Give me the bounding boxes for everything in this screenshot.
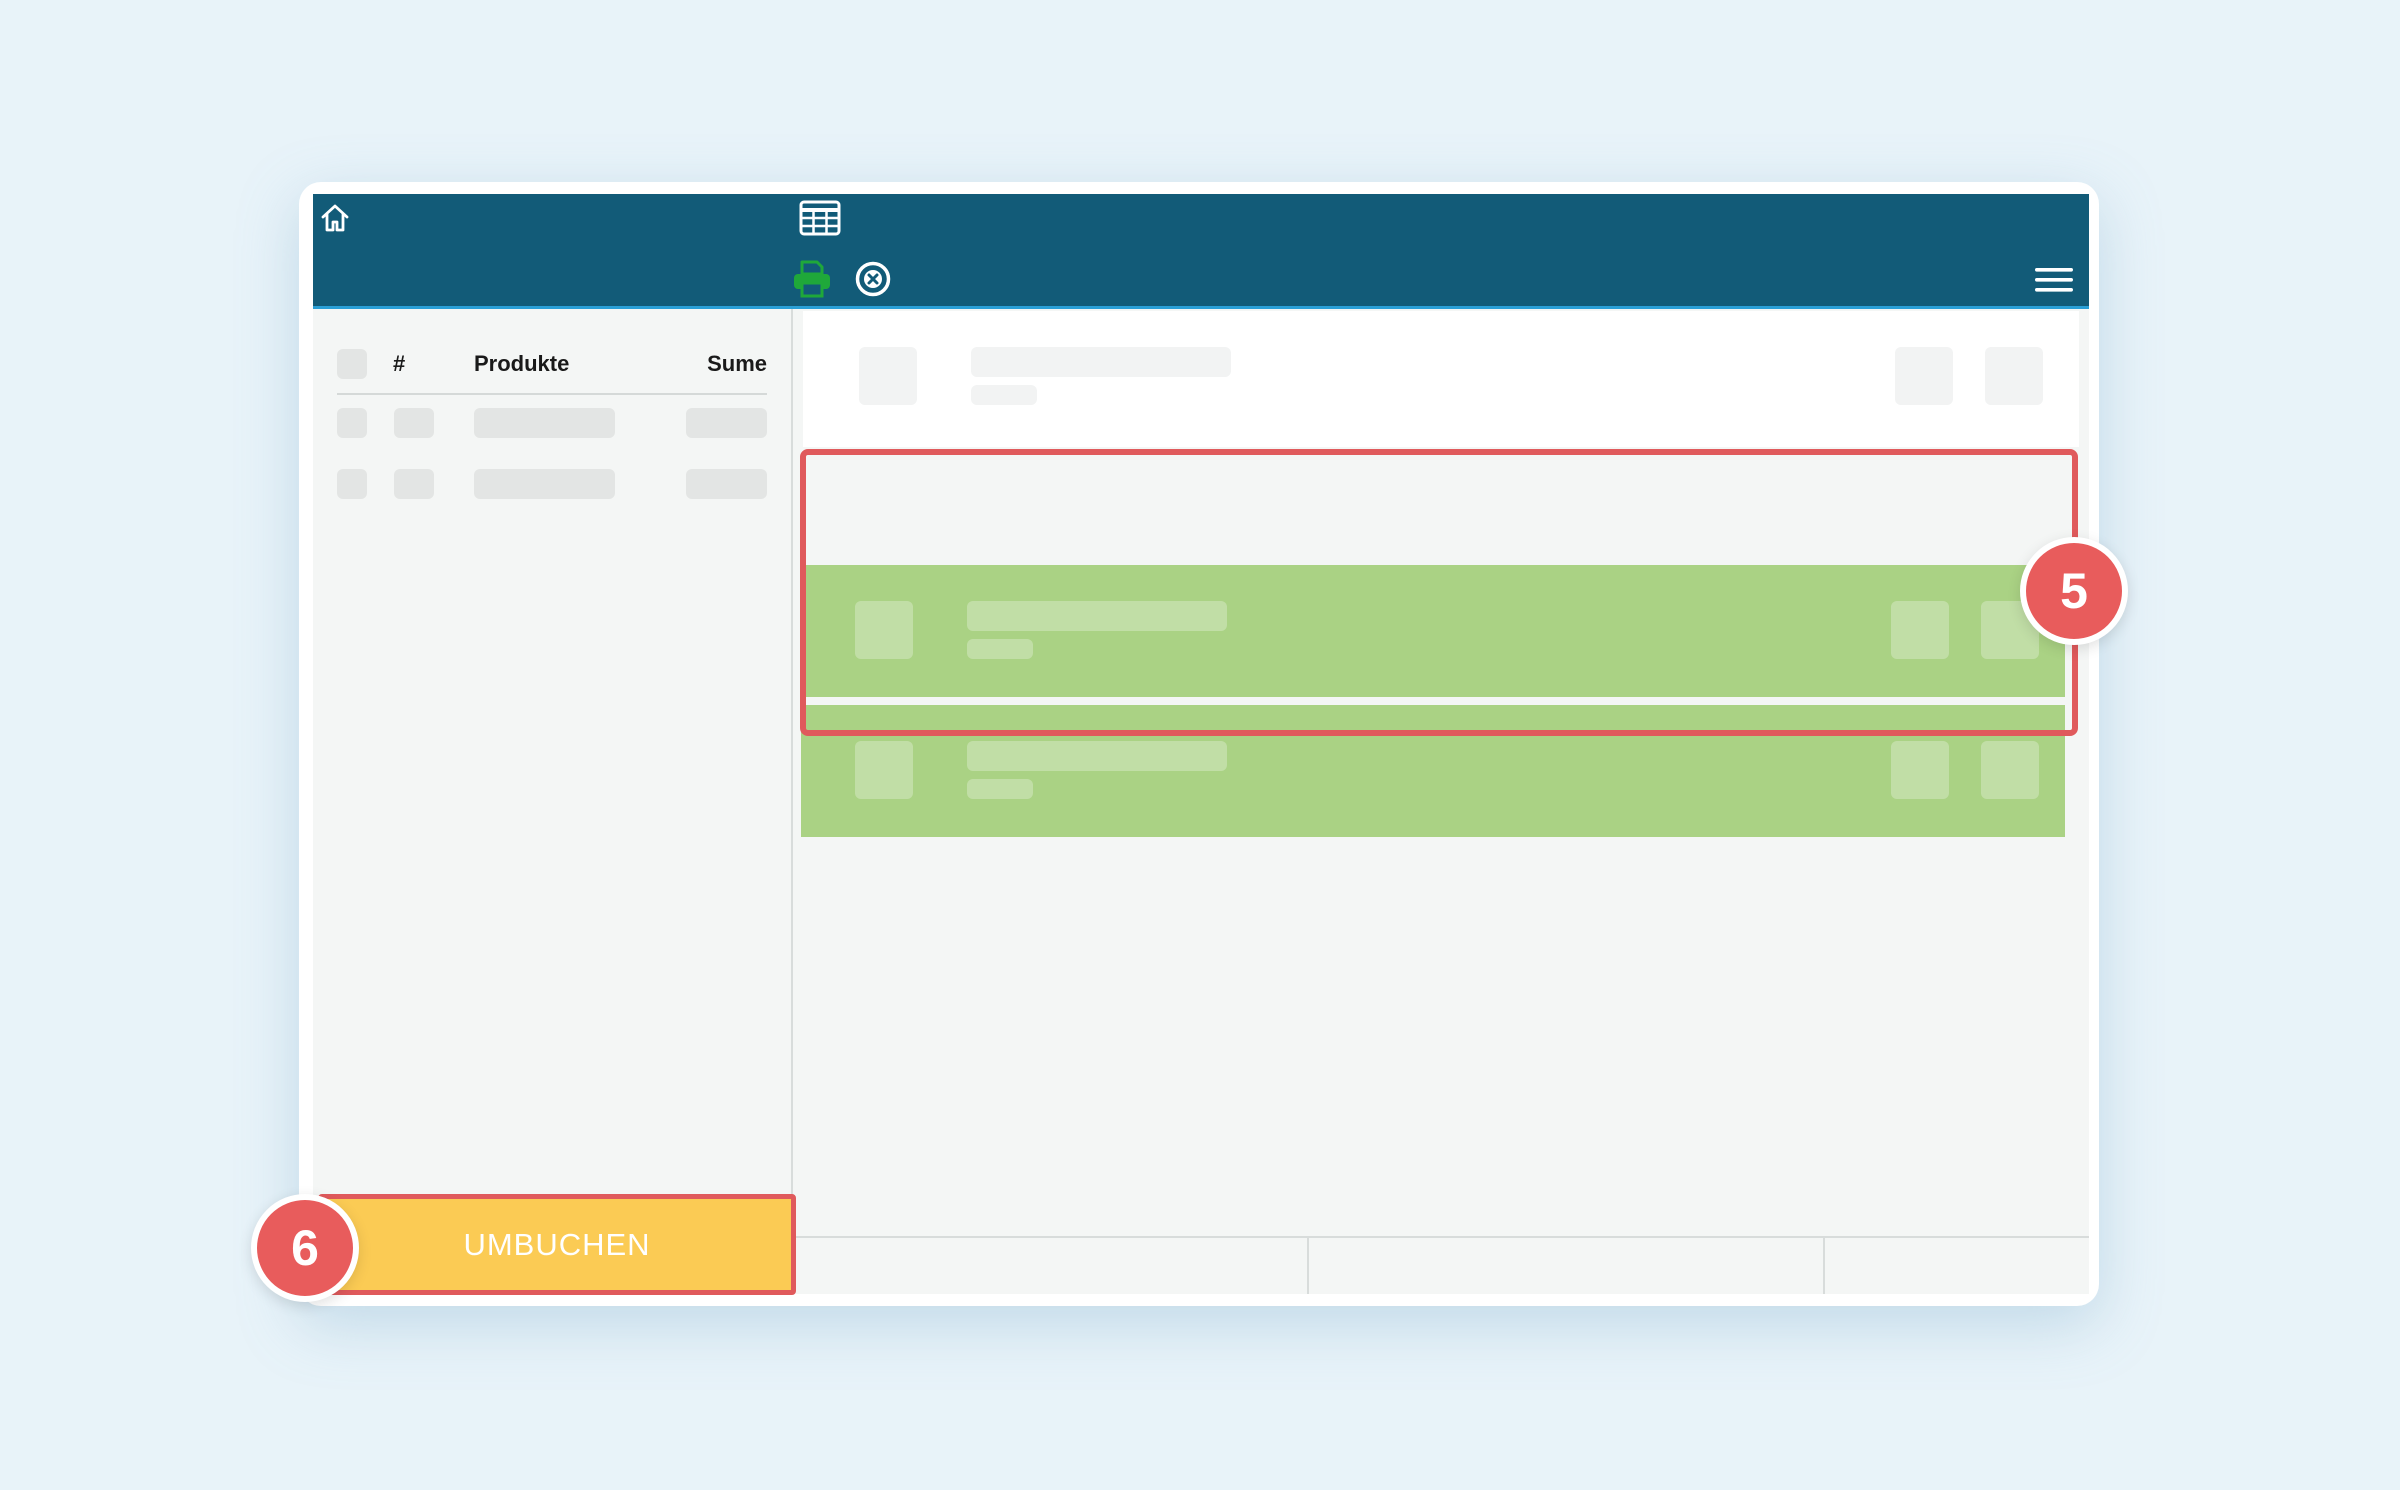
column-header-products: Produkte bbox=[474, 351, 570, 376]
item-number-placeholder bbox=[394, 469, 434, 499]
column-header-number: # bbox=[393, 351, 406, 376]
table-grid-icon[interactable] bbox=[799, 200, 841, 236]
product-row[interactable] bbox=[803, 311, 2079, 447]
item-checkbox[interactable] bbox=[337, 408, 367, 438]
rebook-button[interactable]: UMBUCHEN bbox=[318, 1194, 796, 1295]
bottom-bar-divider bbox=[1823, 1238, 1825, 1294]
column-header-sum: Sume bbox=[707, 351, 767, 376]
order-sidebar: # Produkte Sume bbox=[313, 309, 793, 1294]
top-toolbar bbox=[313, 194, 2089, 309]
bottom-bar-divider bbox=[1307, 1238, 1309, 1294]
printer-icon[interactable] bbox=[791, 260, 833, 298]
product-action-placeholder[interactable] bbox=[1981, 741, 2039, 799]
product-name-placeholder bbox=[971, 347, 1231, 377]
item-product-placeholder bbox=[474, 408, 615, 438]
order-table-header: # Produkte Sume bbox=[337, 349, 767, 395]
step-badge-5: 5 bbox=[2020, 537, 2128, 645]
product-thumbnail-placeholder bbox=[859, 347, 917, 405]
highlight-frame-selected-rows bbox=[800, 449, 2078, 736]
home-icon[interactable] bbox=[319, 202, 351, 234]
product-action-placeholder[interactable] bbox=[1895, 347, 1953, 405]
item-sum-placeholder bbox=[686, 408, 767, 438]
pos-screen: # Produkte Sume bbox=[313, 194, 2089, 1294]
product-detail-placeholder bbox=[971, 385, 1037, 405]
step-badge-6: 6 bbox=[251, 1194, 359, 1302]
item-number-placeholder bbox=[394, 408, 434, 438]
order-line-item[interactable] bbox=[337, 469, 767, 499]
product-thumbnail-placeholder bbox=[855, 741, 913, 799]
product-action-placeholder[interactable] bbox=[1891, 741, 1949, 799]
close-circle-icon[interactable] bbox=[854, 260, 892, 298]
hamburger-menu-icon[interactable] bbox=[2035, 266, 2073, 294]
product-detail-placeholder bbox=[967, 779, 1033, 799]
product-action-placeholder[interactable] bbox=[1985, 347, 2043, 405]
product-name-placeholder bbox=[967, 741, 1227, 771]
item-sum-placeholder bbox=[686, 469, 767, 499]
order-line-item[interactable] bbox=[337, 408, 767, 438]
item-product-placeholder bbox=[474, 469, 615, 499]
select-all-checkbox[interactable] bbox=[337, 349, 367, 379]
item-checkbox[interactable] bbox=[337, 469, 367, 499]
